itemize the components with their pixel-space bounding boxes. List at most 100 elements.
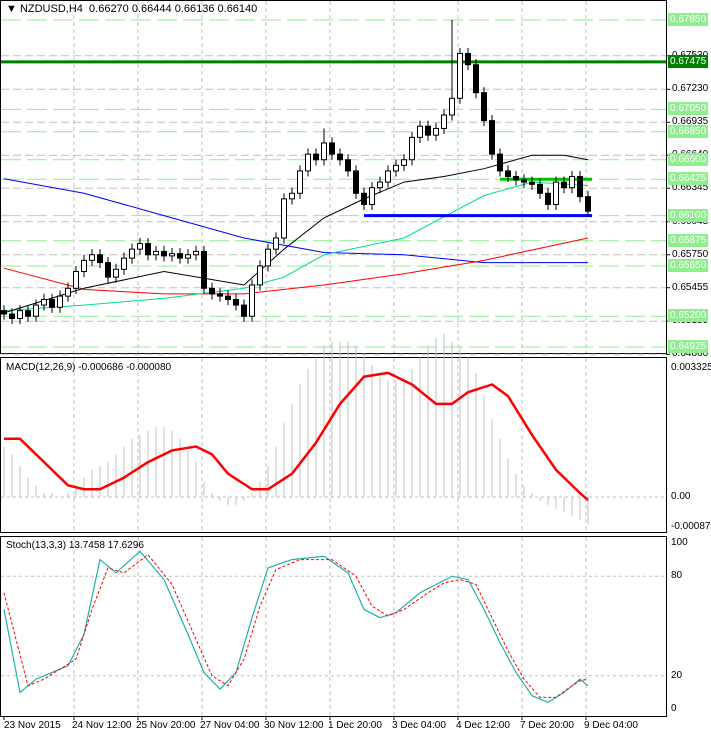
candle-body xyxy=(105,262,111,278)
candle-body xyxy=(481,92,487,122)
candle-body xyxy=(193,250,199,256)
price-level-tag: 0.67475 xyxy=(668,54,709,68)
time-axis-label: 24 Nov 12:00 xyxy=(72,720,132,731)
candle-body xyxy=(337,153,343,161)
candle-body xyxy=(369,187,375,205)
candle-body xyxy=(57,295,63,308)
candle-body xyxy=(185,254,191,259)
price-axis-label: 0.67230 xyxy=(672,83,709,95)
stoch-axis-label: 100 xyxy=(671,537,688,548)
price-level-tag: 0.66600 xyxy=(668,152,709,166)
time-axis-label: 27 Nov 04:00 xyxy=(200,720,260,731)
candle-body xyxy=(297,170,303,194)
time-axis-label: 3 Dec 04:00 xyxy=(392,720,446,731)
candle-body xyxy=(177,253,183,259)
price-level-tag: 0.65875 xyxy=(668,233,709,247)
macd-min-label: -0.000877 xyxy=(671,521,711,532)
price-level-tag: 0.65200 xyxy=(668,309,709,323)
candle-body xyxy=(329,142,335,155)
price-level-tag: 0.64925 xyxy=(668,339,709,353)
price-level-tag: 0.67050 xyxy=(668,102,709,116)
candle-body xyxy=(577,176,583,198)
candle-body xyxy=(73,271,79,289)
price-level-tag: 0.66850 xyxy=(668,124,709,138)
stoch-label: Stoch(13,3,3) 13.7458 17.6296 xyxy=(6,540,144,551)
candle-body xyxy=(89,254,95,261)
macd-max-label: 0.003325 xyxy=(671,362,711,373)
time-axis-label: 7 Dec 20:00 xyxy=(520,720,574,731)
candle-body xyxy=(473,64,479,94)
candle-body xyxy=(449,97,455,116)
time-axis-label: 23 Nov 2015 xyxy=(4,720,61,731)
candle-body xyxy=(529,181,535,185)
time-axis-label: 30 Nov 12:00 xyxy=(264,720,324,731)
candle-body xyxy=(121,257,127,270)
chart-header: ▼ NZDUSD,H4 0.66270 0.66444 0.66136 0.66… xyxy=(6,3,257,15)
candle-body xyxy=(161,250,167,257)
price-level-tag: 0.66100 xyxy=(668,208,709,222)
time-axis-label: 1 Dec 20:00 xyxy=(328,720,382,731)
candle-body xyxy=(217,293,223,297)
candle-body xyxy=(25,310,31,317)
candle-body xyxy=(233,298,239,306)
candle-body xyxy=(441,114,447,129)
candle-body xyxy=(257,265,263,286)
candle-body xyxy=(281,198,287,239)
candle-body xyxy=(209,287,215,295)
stoch-axis-label: 80 xyxy=(671,570,683,582)
candle-body xyxy=(265,248,271,267)
stoch-axis-label: 0 xyxy=(671,703,677,714)
macd-label: MACD(12,26,9) -0.000686 -0.000080 xyxy=(6,362,172,373)
candle-body xyxy=(65,287,71,297)
candle-body xyxy=(377,181,383,189)
candle-body xyxy=(289,192,295,200)
candle-body xyxy=(545,192,551,205)
low-value: 0.66136 xyxy=(174,3,215,15)
candle-body xyxy=(49,298,55,308)
candle-body xyxy=(41,298,47,306)
trading-chart-window: ▼ NZDUSD,H4 0.66270 0.66444 0.66136 0.66… xyxy=(0,0,711,734)
time-axis-label: 4 Dec 12:00 xyxy=(456,720,510,731)
candle-body xyxy=(561,181,567,189)
candle-body xyxy=(113,268,119,278)
stoch-axis-label: 20 xyxy=(671,669,683,681)
candle-body xyxy=(225,295,231,300)
candle-body xyxy=(433,127,439,136)
candle-body xyxy=(33,304,39,317)
candle-body xyxy=(465,53,471,66)
candle-body xyxy=(249,284,255,317)
candle-body xyxy=(513,176,519,181)
candle-body xyxy=(393,164,399,172)
candle-body xyxy=(489,120,495,155)
close-value: 0.66140 xyxy=(217,3,258,15)
candle-body xyxy=(169,253,175,257)
candle-body xyxy=(1,310,7,315)
high-value: 0.66444 xyxy=(131,3,172,15)
stoch-main-line xyxy=(3,550,589,704)
candle-body xyxy=(457,53,463,99)
candle-body xyxy=(417,125,423,138)
price-axis-label: 0.65455 xyxy=(672,281,709,293)
macd-zero-label: 0.00 xyxy=(671,491,691,502)
time-axis-label: 9 Dec 04:00 xyxy=(584,720,638,731)
candle-body xyxy=(17,310,23,319)
candle-body xyxy=(321,142,327,161)
candle-body xyxy=(81,259,87,273)
candle-body xyxy=(569,176,575,189)
candle-body xyxy=(425,125,431,136)
candle-body xyxy=(353,170,359,194)
candle-body xyxy=(273,237,279,250)
candle-body xyxy=(385,170,391,183)
ma-green-line xyxy=(3,181,589,312)
candle-body xyxy=(145,243,151,256)
price-level-tag: 0.65650 xyxy=(668,258,709,272)
candle-body xyxy=(401,159,407,166)
candle-body xyxy=(137,243,143,250)
candle-body xyxy=(497,153,503,172)
candle-body xyxy=(505,170,511,178)
candle-body xyxy=(129,248,135,259)
candle-body xyxy=(305,153,311,172)
price-level-tag: 0.66425 xyxy=(668,172,709,186)
collapse-triangle-icon[interactable]: ▼ xyxy=(6,3,20,15)
candle-body xyxy=(201,250,207,289)
